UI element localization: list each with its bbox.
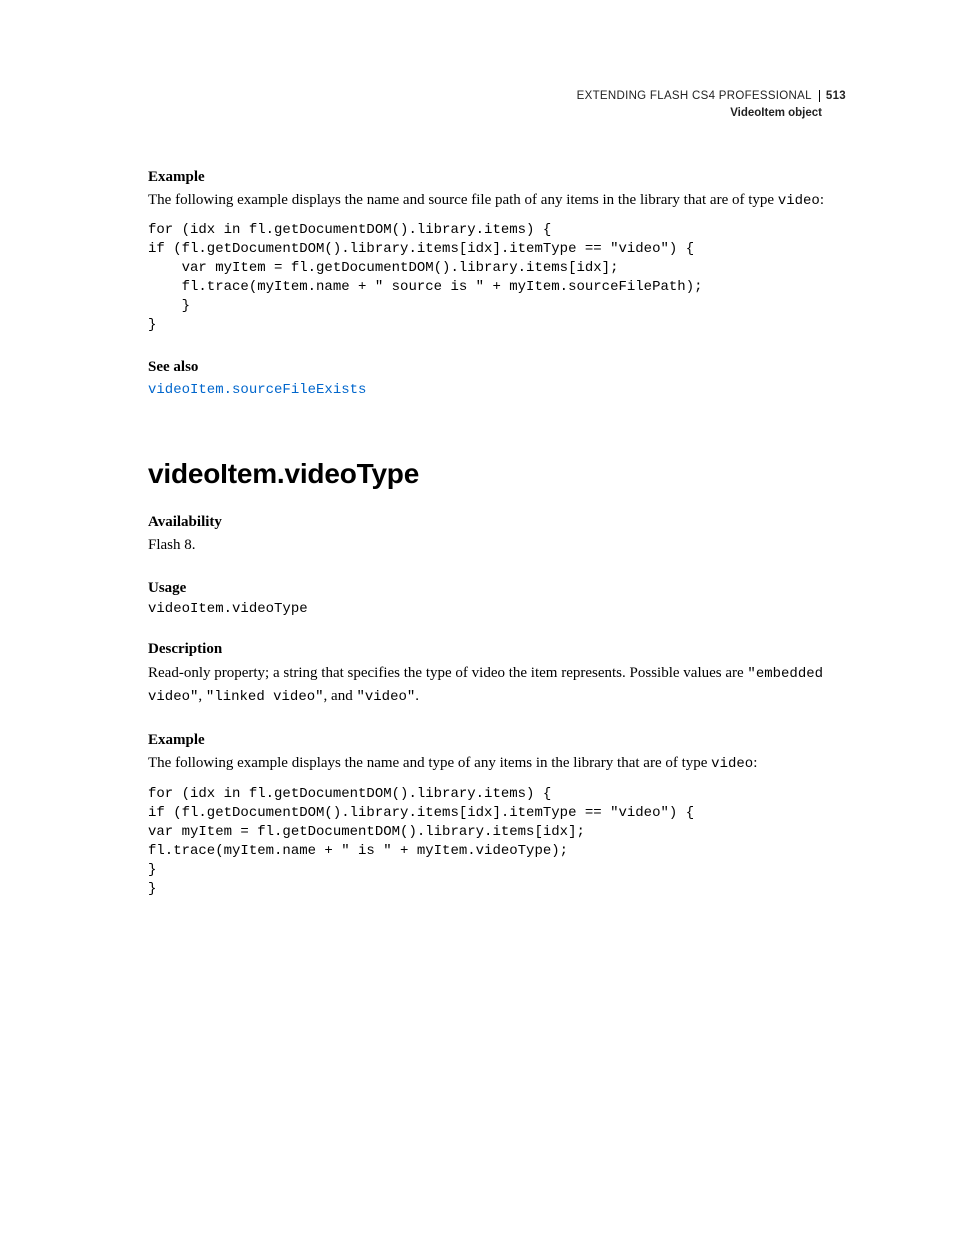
- desc-code-2: "linked video": [206, 689, 324, 705]
- usage-code: videoItem.videoType: [148, 601, 846, 617]
- desc-a: Read-only property; a string that specif…: [148, 665, 747, 681]
- example-intro-2: The following example displays the name …: [148, 753, 846, 775]
- example-intro-2-b: :: [753, 755, 757, 771]
- availability-text: Flash 8.: [148, 535, 846, 557]
- desc-code-3: "video": [356, 689, 415, 705]
- code-block-2: for (idx in fl.getDocumentDOM().library.…: [148, 785, 846, 898]
- inline-code-video-2: video: [711, 756, 753, 772]
- usage-heading: Usage: [148, 580, 846, 597]
- book-title: EXTENDING FLASH CS4 PROFESSIONAL: [577, 90, 812, 102]
- running-header: EXTENDING FLASH CS4 PROFESSIONAL 513 Vid…: [148, 88, 846, 123]
- example-heading-2: Example: [148, 732, 846, 749]
- document-page: EXTENDING FLASH CS4 PROFESSIONAL 513 Vid…: [0, 0, 954, 898]
- description-text: Read-only property; a string that specif…: [148, 662, 846, 708]
- example-intro-2-a: The following example displays the name …: [148, 755, 711, 771]
- entry-title: videoItem.videoType: [148, 458, 846, 490]
- example-intro-text-a: The following example displays the name …: [148, 192, 778, 208]
- desc-sep-2: , and: [324, 688, 357, 704]
- link-sourcefileexists[interactable]: videoItem.sourceFileExists: [148, 382, 366, 398]
- example-intro: The following example displays the name …: [148, 190, 846, 212]
- desc-end: .: [415, 688, 419, 704]
- inline-code-video: video: [778, 193, 820, 209]
- availability-heading: Availability: [148, 514, 846, 531]
- code-block-1: for (idx in fl.getDocumentDOM().library.…: [148, 221, 846, 334]
- description-heading: Description: [148, 641, 846, 658]
- example-intro-text-b: :: [820, 192, 824, 208]
- header-section: VideoItem object: [148, 105, 846, 122]
- example-heading: Example: [148, 169, 846, 186]
- desc-sep-1: ,: [198, 688, 206, 704]
- page-number: 513: [819, 90, 846, 102]
- header-line-1: EXTENDING FLASH CS4 PROFESSIONAL 513: [148, 88, 846, 105]
- see-also-heading: See also: [148, 359, 846, 376]
- see-also-links: videoItem.sourceFileExists: [148, 380, 846, 398]
